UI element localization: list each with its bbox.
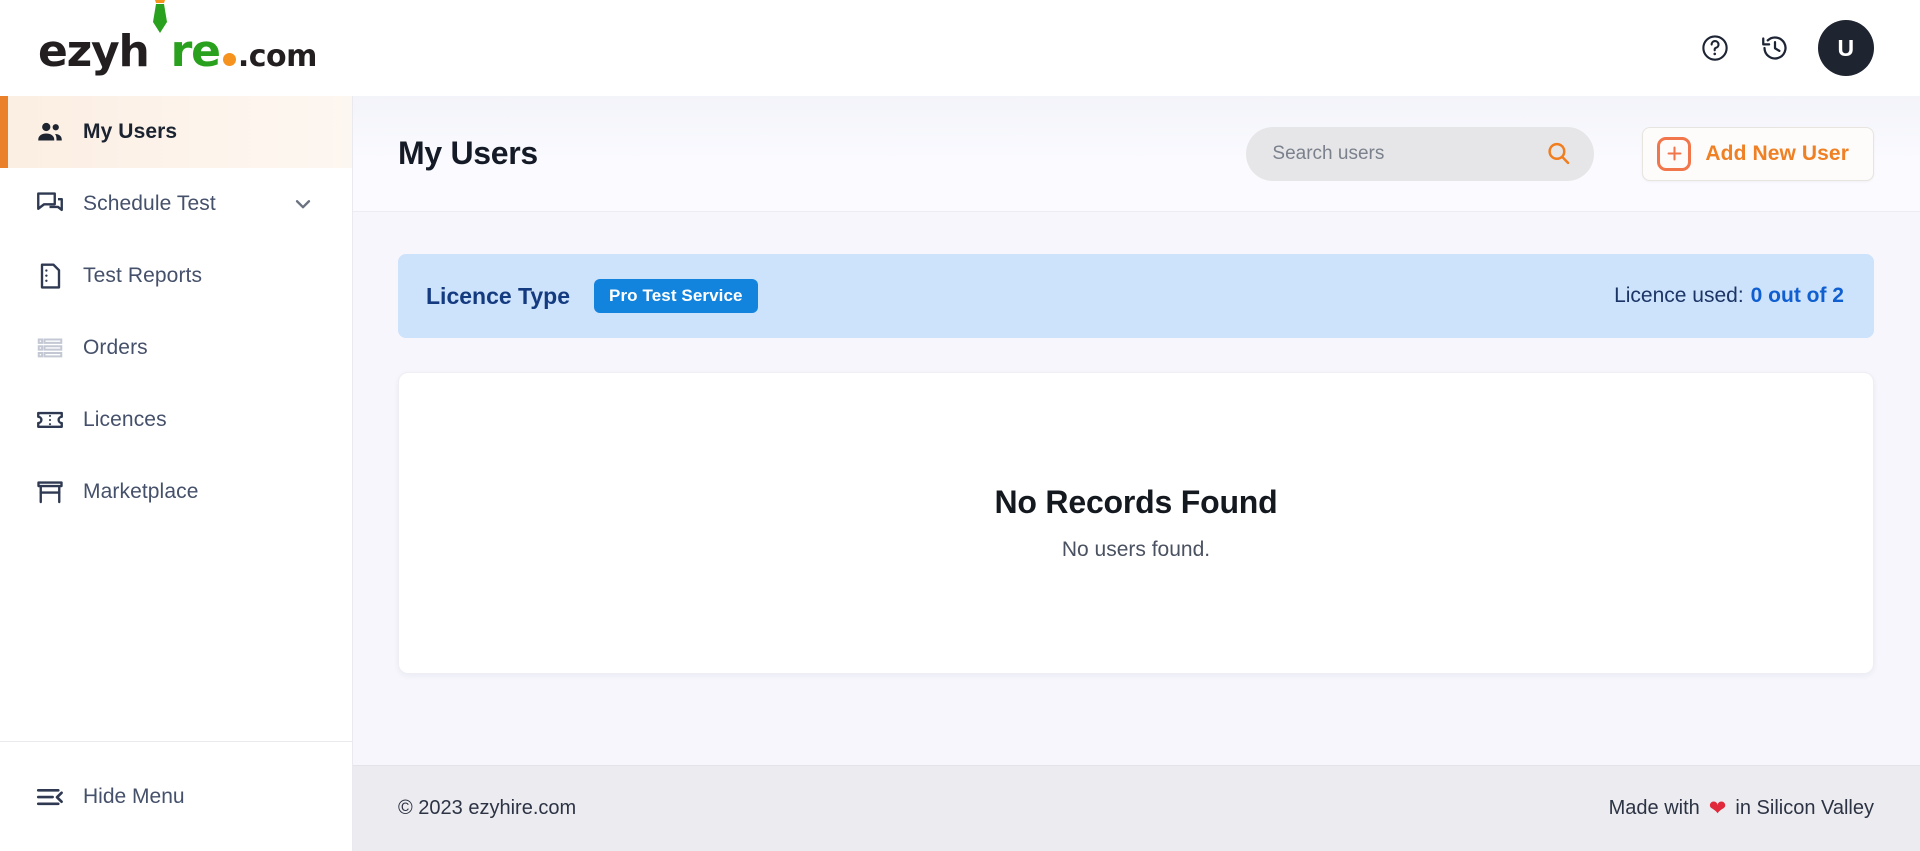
tie-icon bbox=[149, 0, 171, 66]
app-root: ezyh re .com U My Users Schedule Test Te… bbox=[0, 0, 1920, 851]
chat-bubbles-icon bbox=[35, 189, 69, 219]
chevron-down-icon[interactable] bbox=[292, 193, 314, 215]
menu-collapse-icon bbox=[35, 782, 69, 812]
document-icon bbox=[35, 261, 69, 291]
avatar-initial: U bbox=[1837, 34, 1855, 61]
sidebar-item-label: Test Reports bbox=[83, 264, 203, 287]
sidebar-item-my-users[interactable]: My Users bbox=[0, 96, 352, 168]
page-header: My Users Search users Add New User bbox=[353, 96, 1920, 212]
search-input[interactable] bbox=[1272, 142, 1546, 165]
avatar[interactable]: U bbox=[1818, 20, 1874, 76]
add-new-user-label: Add New User bbox=[1705, 141, 1849, 165]
main-content: My Users Search users Add New User Licen… bbox=[353, 96, 1920, 851]
top-bar: ezyh re .com U bbox=[0, 0, 1920, 96]
sidebar-item-label: Orders bbox=[83, 336, 148, 359]
list-icon bbox=[35, 333, 69, 363]
search-field[interactable] bbox=[1246, 126, 1595, 181]
plus-icon bbox=[1657, 136, 1692, 171]
sidebar-nav: My Users Schedule Test Test Reports Orde… bbox=[0, 96, 352, 741]
licence-type-badge: Pro Test Service bbox=[594, 279, 758, 313]
search-icon[interactable] bbox=[1545, 140, 1572, 167]
people-icon bbox=[35, 117, 69, 147]
no-records-title: No Records Found bbox=[994, 484, 1278, 520]
sidebar-item-orders[interactable]: Orders bbox=[0, 312, 352, 384]
sidebar-item-marketplace[interactable]: Marketplace bbox=[0, 456, 352, 528]
footer-credit: Made with ❤ in Silicon Valley bbox=[1609, 796, 1874, 821]
sidebar-item-label: Licences bbox=[83, 408, 167, 431]
brand-logo[interactable]: ezyh re .com bbox=[38, 0, 318, 77]
footer-copyright: © 2023 ezyhire.com bbox=[398, 797, 577, 819]
sidebar-item-label: My Users bbox=[83, 120, 178, 143]
add-new-user-button[interactable]: Add New User bbox=[1642, 126, 1874, 181]
sidebar: My Users Schedule Test Test Reports Orde… bbox=[0, 96, 353, 851]
content-area: Licence Type Pro Test Service Licence us… bbox=[353, 212, 1920, 765]
footer-credit-suffix: in Silicon Valley bbox=[1735, 797, 1874, 819]
sidebar-item-test-reports[interactable]: Test Reports bbox=[0, 240, 352, 312]
licence-type-label: Licence Type bbox=[426, 282, 571, 309]
sidebar-item-label: Schedule Test bbox=[83, 192, 216, 215]
page-title: My Users bbox=[398, 135, 538, 171]
page-header-actions: Add New User bbox=[1246, 126, 1874, 181]
sidebar-item-label: Marketplace bbox=[83, 480, 199, 503]
top-bar-actions: U bbox=[1698, 20, 1874, 76]
sidebar-item-licences[interactable]: Licences bbox=[0, 384, 352, 456]
licence-used-label: Licence used: bbox=[1614, 284, 1744, 307]
heart-icon: ❤ bbox=[1708, 797, 1727, 820]
licence-used-group: Licence used: 0 out of 2 bbox=[1614, 284, 1844, 308]
no-records-card: No Records Found No users found. bbox=[398, 372, 1874, 674]
no-records-subtitle: No users found. bbox=[1061, 538, 1211, 561]
hide-menu-label: Hide Menu bbox=[83, 784, 185, 808]
brand-dot-icon bbox=[222, 53, 236, 66]
sidebar-item-schedule-test[interactable]: Schedule Test bbox=[0, 168, 352, 240]
brand-name-primary: ezyh bbox=[38, 26, 150, 77]
ticket-icon bbox=[35, 405, 69, 435]
store-icon bbox=[35, 477, 69, 507]
licence-type-group: Licence Type Pro Test Service bbox=[426, 279, 758, 313]
app-body: My Users Schedule Test Test Reports Orde… bbox=[0, 96, 1920, 851]
hide-menu-button[interactable]: Hide Menu bbox=[0, 741, 352, 851]
history-clock-icon[interactable] bbox=[1758, 31, 1792, 65]
brand-suffix: .com bbox=[237, 39, 318, 74]
footer-credit-prefix: Made with bbox=[1608, 797, 1700, 819]
page-footer: © 2023 ezyhire.com Made with ❤ in Silico… bbox=[353, 765, 1920, 851]
help-circle-icon[interactable] bbox=[1698, 31, 1732, 65]
brand-name-secondary: re bbox=[170, 26, 221, 77]
licence-banner: Licence Type Pro Test Service Licence us… bbox=[398, 254, 1874, 338]
licence-used-value: 0 out of 2 bbox=[1750, 284, 1844, 307]
